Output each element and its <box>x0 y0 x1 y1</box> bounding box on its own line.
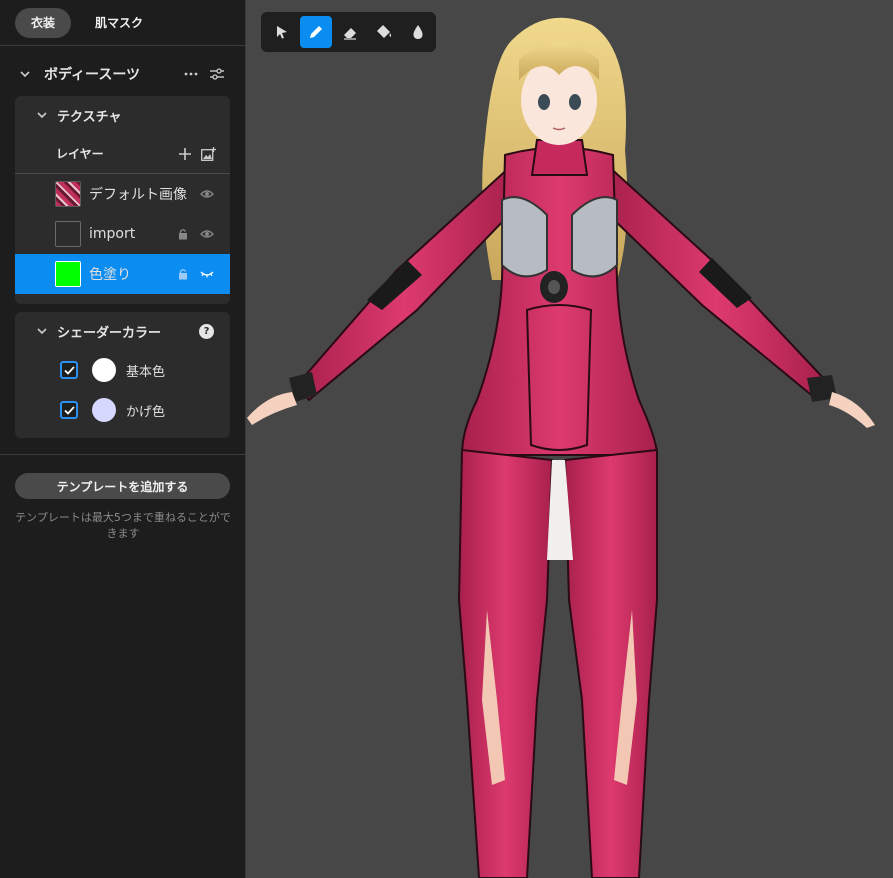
select-arrow-icon <box>277 26 287 39</box>
color-label: 基本色 <box>126 364 166 380</box>
select-tool-button[interactable] <box>266 16 298 48</box>
eyedropper-tool-button[interactable] <box>402 16 434 48</box>
fill-bucket-icon <box>377 25 392 38</box>
color-row-base: 基本色 <box>15 350 230 390</box>
layers-header: レイヤー <box>15 134 230 174</box>
layer-row-default[interactable]: デフォルト画像 <box>15 174 230 214</box>
help-icon[interactable]: ? <box>199 323 214 339</box>
layer-name: 色塗り <box>89 267 131 283</box>
sliders-icon[interactable] <box>210 68 224 80</box>
template-hint: テンプレートは最大5つまで重ねることができます <box>15 511 231 540</box>
add-layer-plus-icon[interactable] <box>179 147 191 160</box>
drawing-toolbar <box>261 12 436 52</box>
checkbox-shadow-color[interactable] <box>60 401 78 419</box>
eraser-icon <box>344 28 356 40</box>
shader-color-panel: シェーダーカラー ? 基本色 かげ色 <box>15 312 230 438</box>
chevron-down-icon[interactable] <box>20 69 30 79</box>
color-row-shadow: かげ色 <box>15 390 230 430</box>
tab-skin-mask[interactable]: 肌マスク <box>79 8 159 38</box>
section-bodysuit-header[interactable]: ボディースーツ <box>0 60 246 88</box>
color-label: かげ色 <box>126 404 166 420</box>
layer-thumbnail <box>55 261 81 287</box>
tab-costume[interactable]: 衣装 <box>15 7 72 38</box>
color-swatch-base[interactable] <box>92 358 116 382</box>
layer-name: デフォルト画像 <box>89 187 187 203</box>
layer-thumbnail <box>55 181 81 207</box>
add-template-button[interactable]: テンプレートを追加する <box>15 473 230 499</box>
shader-header[interactable]: シェーダーカラー ? <box>15 312 230 350</box>
pencil-tool-button[interactable] <box>300 16 332 48</box>
divider <box>0 454 246 455</box>
fill-tool-button[interactable] <box>368 16 400 48</box>
lock-icon[interactable] <box>178 268 188 280</box>
add-image-icon[interactable] <box>201 146 216 161</box>
texture-header[interactable]: テクスチャ <box>15 96 230 134</box>
shader-title: シェーダーカラー <box>57 325 162 341</box>
layer-row-import[interactable]: import <box>15 214 230 254</box>
eyedropper-drop-icon <box>413 25 423 39</box>
checkmark-icon <box>63 365 75 375</box>
ellipsis-icon[interactable] <box>184 72 198 76</box>
eye-icon[interactable] <box>200 229 214 239</box>
layers-title: レイヤー <box>56 147 104 161</box>
chevron-down-icon[interactable] <box>37 326 47 336</box>
tab-bar: 衣装 肌マスク <box>0 0 245 46</box>
checkmark-icon <box>63 405 75 415</box>
eye-closed-icon[interactable] <box>200 270 214 278</box>
layer-name: import <box>89 226 136 242</box>
texture-panel: テクスチャ レイヤー デフォルト画像 import 色塗り <box>15 96 230 304</box>
layer-row-paint[interactable]: 色塗り <box>15 254 230 294</box>
eraser-tool-button[interactable] <box>334 16 366 48</box>
chevron-down-icon[interactable] <box>37 110 47 120</box>
3d-viewport[interactable] <box>247 0 893 878</box>
color-swatch-shadow[interactable] <box>92 398 116 422</box>
layer-thumbnail <box>55 221 81 247</box>
avatar-model[interactable] <box>247 0 893 878</box>
checkbox-base-color[interactable] <box>60 361 78 379</box>
pencil-icon <box>310 26 322 38</box>
lock-icon[interactable] <box>178 228 188 240</box>
section-title: ボディースーツ <box>44 67 141 83</box>
texture-title: テクスチャ <box>57 109 122 125</box>
sidebar: 衣装 肌マスク ボディースーツ テクスチャ レイヤー デフォルト画像 impor… <box>0 0 246 878</box>
eye-icon[interactable] <box>200 189 214 199</box>
